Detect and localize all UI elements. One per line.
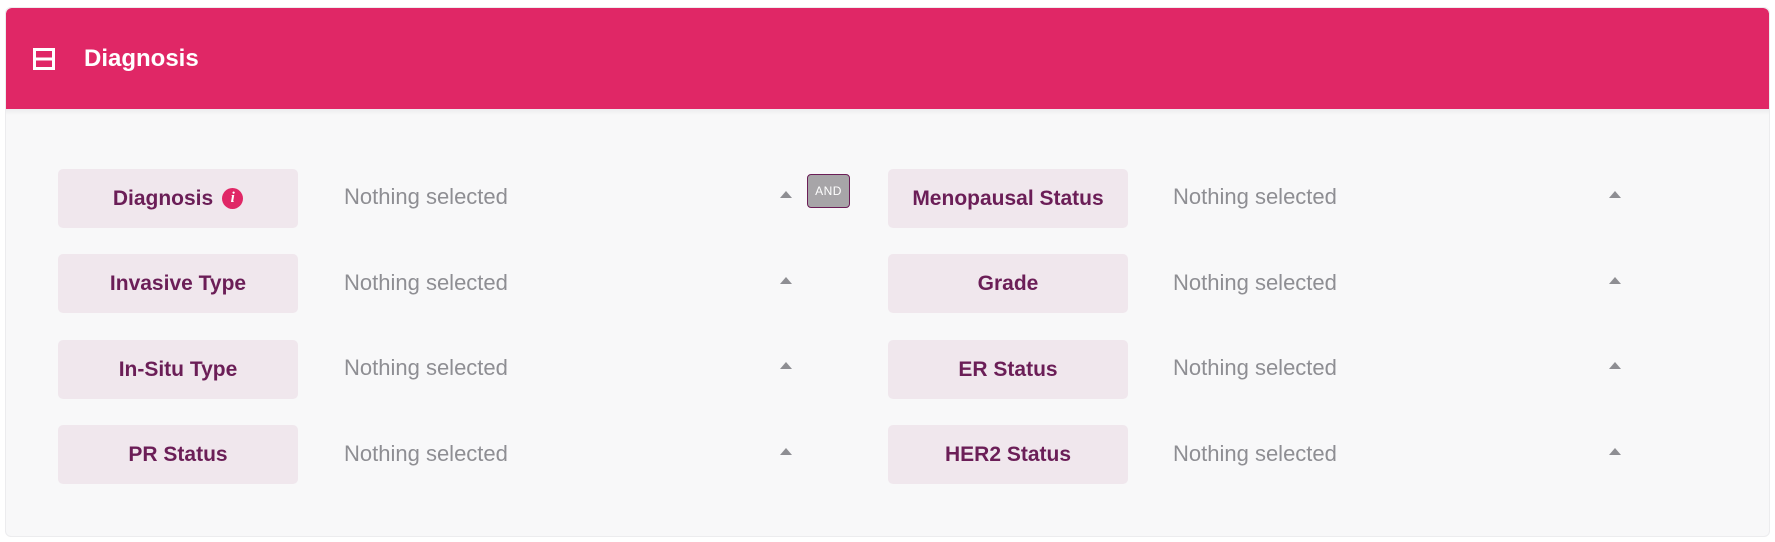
pr-status-select-value: Nothing selected [344,440,508,466]
er-status-select[interactable]: Nothing selected [1173,338,1621,397]
pr-status-label-text: PR Status [128,442,228,466]
in-situ-type-label: In-Situ Type [58,340,298,399]
diagnosis-label-text: Diagnosis [112,186,214,210]
er-status-label: ER Status [888,340,1128,399]
header-divider [6,109,1769,115]
caret-up-icon [780,277,792,284]
menopausal-status-select[interactable]: Nothing selected [1173,167,1621,226]
diagnosis-label: Diagnosis i [58,169,298,228]
invasive-type-label: Invasive Type [58,254,298,313]
menopausal-status-label: Menopausal Status [888,169,1128,228]
grade-select-value: Nothing selected [1173,269,1337,295]
caret-up-icon [1609,448,1621,455]
caret-up-icon [780,362,792,369]
her2-status-select-value: Nothing selected [1173,440,1337,466]
caret-up-icon [1609,191,1621,198]
panel-title: Diagnosis [84,45,199,72]
and-operator-badge[interactable]: AND [807,174,850,208]
panel-header[interactable]: Diagnosis [6,8,1769,109]
menopausal-status-select-value: Nothing selected [1173,183,1337,209]
in-situ-type-select-value: Nothing selected [344,354,508,380]
in-situ-type-select[interactable]: Nothing selected [344,338,792,397]
er-status-select-value: Nothing selected [1173,354,1337,380]
diagnosis-select[interactable]: Nothing selected [344,167,792,226]
er-status-label-text: ER Status [958,357,1058,381]
collapse-icon[interactable] [33,48,55,70]
diagnosis-select-value: Nothing selected [344,183,508,209]
her2-status-select[interactable]: Nothing selected [1173,424,1621,483]
caret-up-icon [780,448,792,455]
caret-up-icon [1609,277,1621,284]
pr-status-label: PR Status [58,425,298,484]
invasive-type-select[interactable]: Nothing selected [344,253,792,312]
grade-label: Grade [888,254,1128,313]
caret-up-icon [780,191,792,198]
her2-status-label: HER2 Status [888,425,1128,484]
grade-select[interactable]: Nothing selected [1173,253,1621,312]
in-situ-type-label-text: In-Situ Type [118,357,238,381]
invasive-type-label-text: Invasive Type [109,271,247,295]
caret-up-icon [1609,362,1621,369]
pr-status-select[interactable]: Nothing selected [344,424,792,483]
info-icon[interactable]: i [222,188,244,209]
her2-status-label-text: HER2 Status [944,442,1072,466]
grade-label-text: Grade [977,271,1039,295]
menopausal-status-label-text: Menopausal Status [912,186,1104,210]
invasive-type-select-value: Nothing selected [344,269,508,295]
